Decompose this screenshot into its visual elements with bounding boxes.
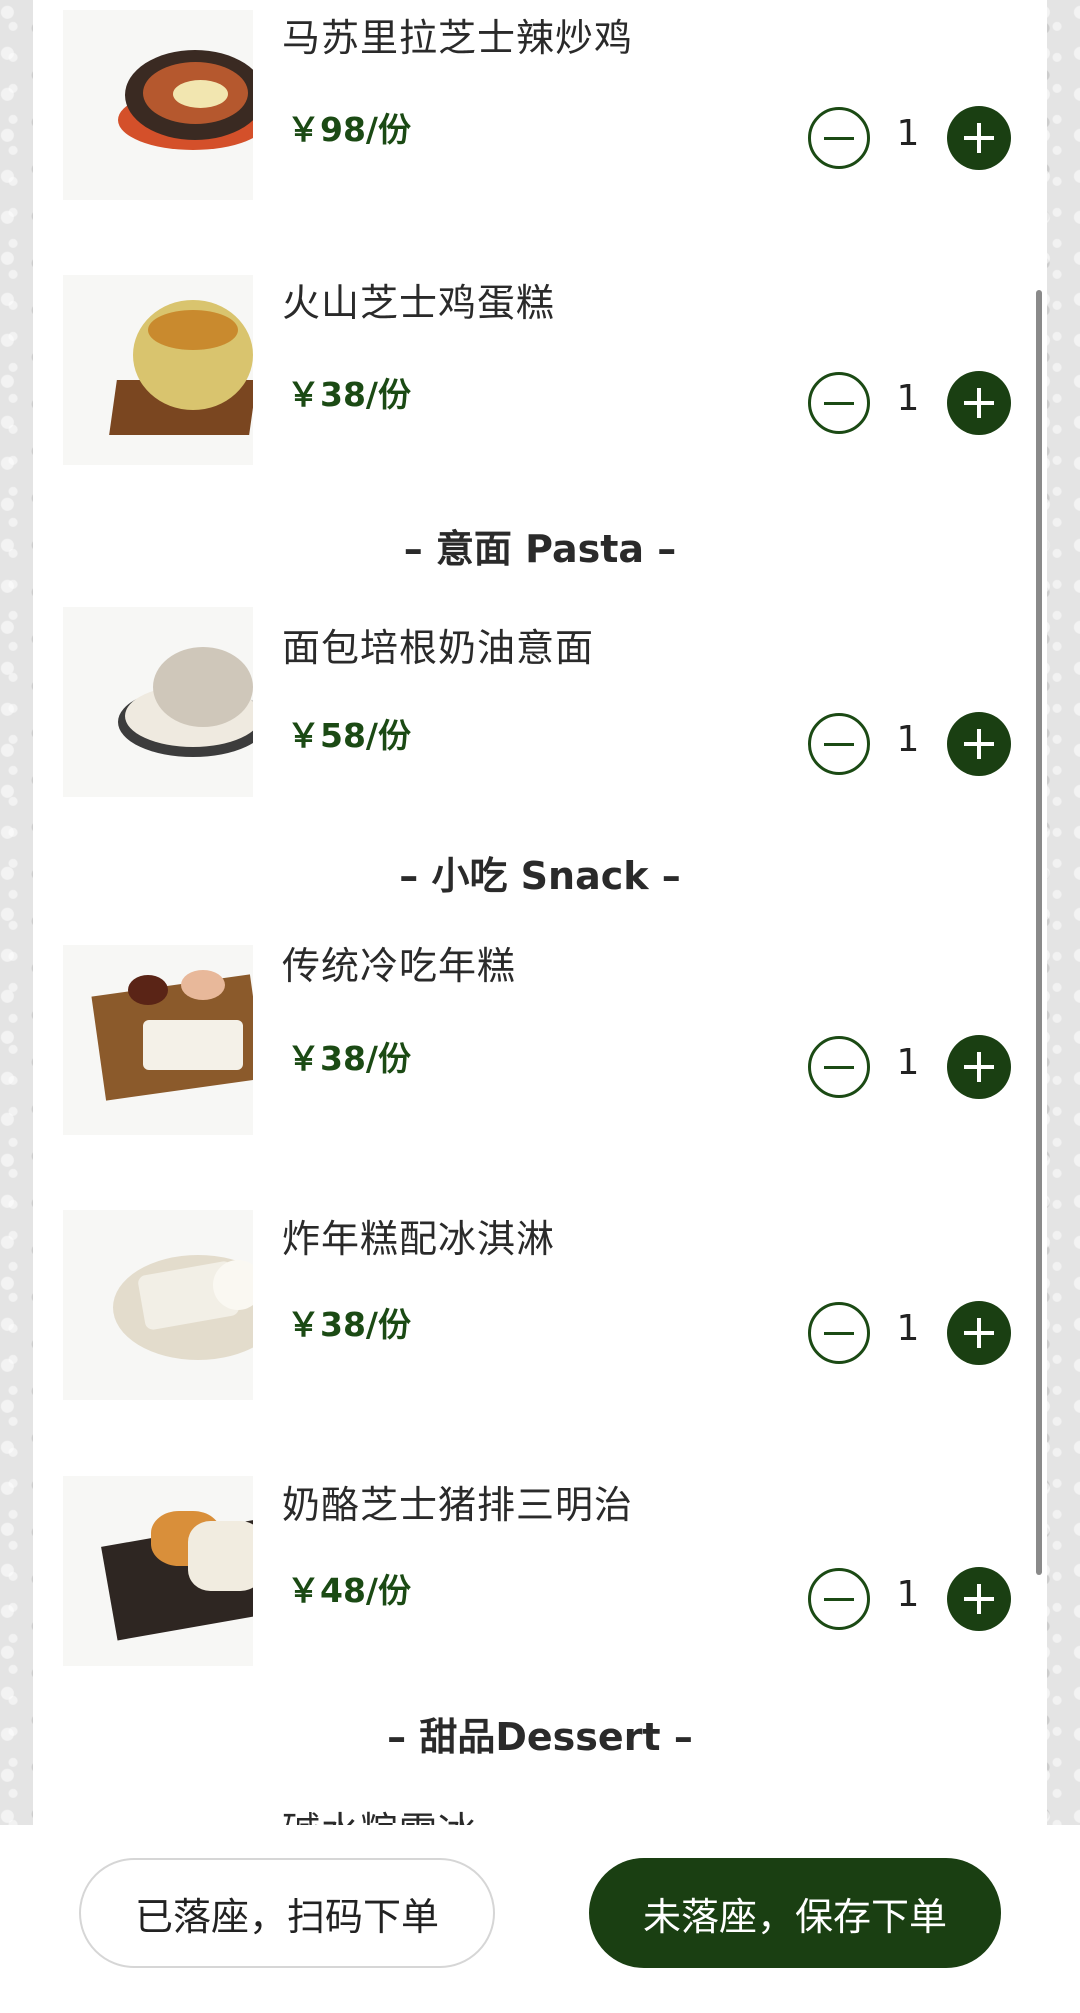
- dish-image: [63, 1476, 253, 1666]
- dish-name: 火山芝士鸡蛋糕: [282, 281, 556, 325]
- plus-circle-icon[interactable]: [947, 1301, 1011, 1365]
- section-title-dessert: – 甜品Dessert –: [387, 1715, 693, 1759]
- plus-circle-icon[interactable]: [947, 371, 1011, 435]
- quantity-value: 1: [896, 378, 920, 419]
- dish-image: [63, 10, 253, 200]
- not-seated-save-order-button[interactable]: 未落座，保存下单: [589, 1858, 1001, 1968]
- quantity-value: 1: [896, 113, 920, 154]
- section-title-pasta: – 意面 Pasta –: [403, 527, 677, 571]
- minus-circle-icon[interactable]: [808, 1036, 870, 1098]
- dish-name-partial: 碱水粽雪冰: [282, 1800, 477, 1825]
- dish-image: [63, 275, 253, 465]
- minus-circle-icon[interactable]: [808, 1302, 870, 1364]
- dish-image: [63, 607, 253, 797]
- menu-item: 炸年糕配冰淇淋 ￥38/份 1: [33, 1170, 1047, 1410]
- section-title-snack: – 小吃 Snack –: [399, 854, 681, 898]
- dish-price: ￥58/份: [287, 716, 411, 755]
- minus-circle-icon[interactable]: [808, 1568, 870, 1630]
- dish-price: ￥98/份: [287, 110, 411, 149]
- quantity-value: 1: [896, 1042, 920, 1083]
- dish-image: [63, 945, 253, 1135]
- menu-item: 马苏里拉芝士辣炒鸡 ￥98/份 1: [33, 0, 1047, 225]
- scrollbar[interactable]: [1036, 290, 1042, 1575]
- menu-item: 奶酪芝士猪排三明治 ￥48/份 1: [33, 1436, 1047, 1676]
- quantity-value: 1: [896, 719, 920, 760]
- dish-name: 炸年糕配冰淇淋: [282, 1217, 556, 1261]
- plus-circle-icon[interactable]: [947, 1567, 1011, 1631]
- dish-image: [63, 1210, 253, 1400]
- minus-circle-icon[interactable]: [808, 107, 870, 169]
- dish-name: 面包培根奶油意面: [282, 626, 595, 670]
- minus-circle-icon[interactable]: [808, 713, 870, 775]
- seated-scan-order-button[interactable]: 已落座，扫码下单: [79, 1858, 495, 1968]
- minus-circle-icon[interactable]: [808, 372, 870, 434]
- menu-item: 火山芝士鸡蛋糕 ￥38/份 1: [33, 250, 1047, 490]
- dish-price: ￥38/份: [287, 1305, 411, 1344]
- dish-price: ￥48/份: [287, 1571, 411, 1610]
- quantity-value: 1: [896, 1308, 920, 1349]
- bottom-action-bar: 已落座，扫码下单 未落座，保存下单: [0, 1825, 1080, 2013]
- menu-item: 传统冷吃年糕 ￥38/份 1: [33, 905, 1047, 1145]
- dish-price: ￥38/份: [287, 1039, 411, 1078]
- plus-circle-icon[interactable]: [947, 106, 1011, 170]
- dish-name: 马苏里拉芝士辣炒鸡: [282, 16, 634, 60]
- plus-circle-icon[interactable]: [947, 712, 1011, 776]
- dish-name: 奶酪芝士猪排三明治: [282, 1483, 634, 1527]
- menu-item: 面包培根奶油意面 ￥58/份 1: [33, 577, 1047, 817]
- quantity-value: 1: [896, 1574, 920, 1615]
- dish-price: ￥38/份: [287, 375, 411, 414]
- plus-circle-icon[interactable]: [947, 1035, 1011, 1099]
- menu-list: 马苏里拉芝士辣炒鸡 ￥98/份 1 火山芝士鸡蛋糕 ￥38/份 1 – 意面 P…: [33, 0, 1047, 1825]
- dish-name: 传统冷吃年糕: [282, 944, 517, 988]
